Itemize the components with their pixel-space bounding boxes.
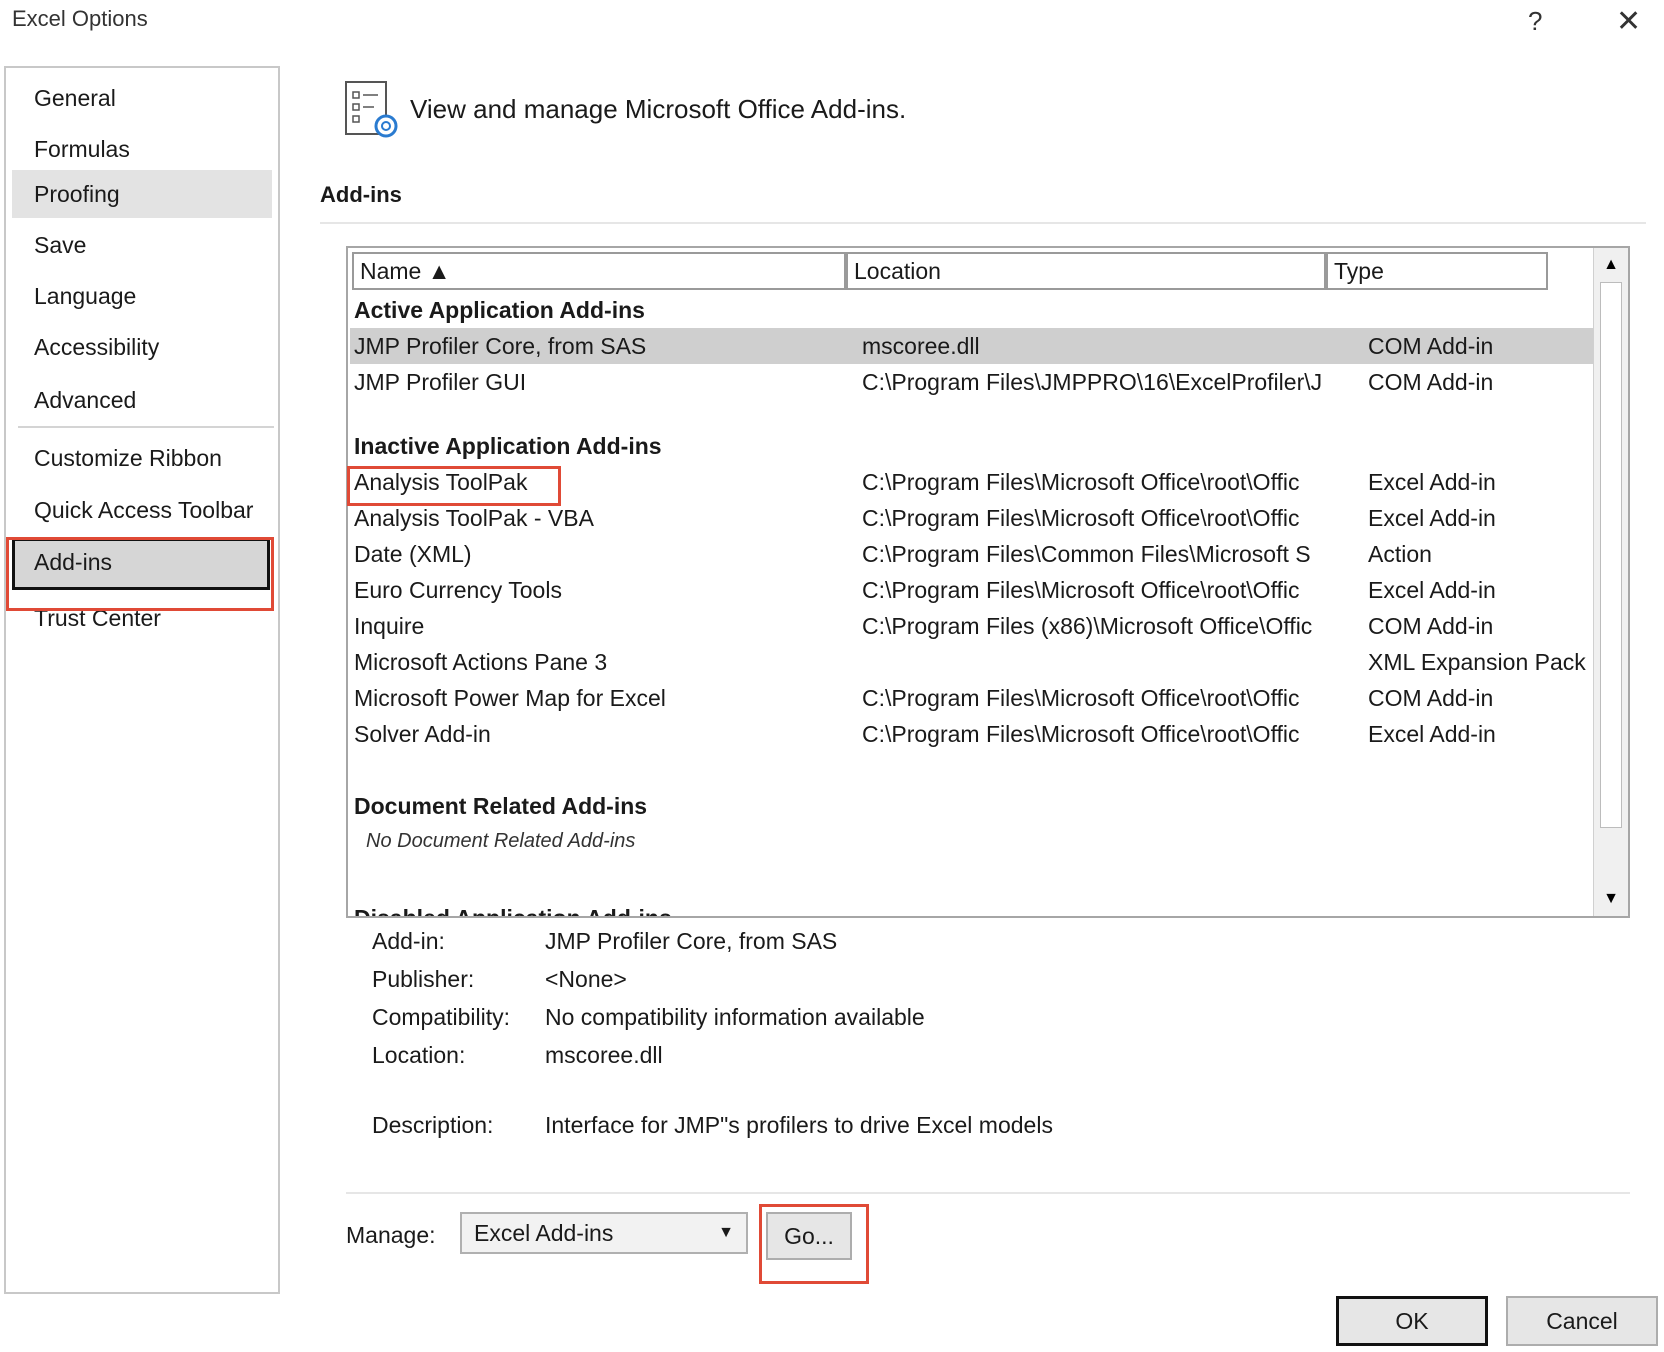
table-row[interactable]: Inquire C:\Program Files (x86)\Microsoft… [350, 608, 1594, 644]
detail-addin-value: JMP Profiler Core, from SAS [545, 928, 838, 954]
sidebar-item-advanced[interactable]: Advanced [12, 376, 272, 424]
cell-type: COM Add-in [1368, 685, 1494, 711]
table-row[interactable]: Solver Add-in C:\Program Files\Microsoft… [350, 716, 1594, 752]
table-row[interactable]: Date (XML) C:\Program Files\Common Files… [350, 536, 1594, 572]
sidebar-item-language[interactable]: Language [12, 272, 272, 320]
detail-addin-label: Add-in: [372, 928, 445, 954]
cell-type: COM Add-in [1368, 369, 1494, 395]
cell-name: Date (XML) [354, 541, 472, 567]
sidebar-divider [18, 426, 274, 428]
cell-type: COM Add-in [1368, 613, 1494, 639]
cell-location: C:\Program Files\Microsoft Office\root\O… [862, 577, 1300, 603]
group-disabled-addins: Disabled Application Add-ins [354, 905, 672, 918]
highlight-go-button [759, 1204, 869, 1284]
chevron-down-icon: ▼ [718, 1224, 734, 1241]
cell-type: XML Expansion Pack [1368, 649, 1586, 675]
detail-publisher-label: Publisher: [372, 966, 475, 992]
cell-location: C:\Program Files\Microsoft Office\root\O… [862, 721, 1300, 747]
group-document-addins: Document Related Add-ins [354, 793, 648, 819]
group-active-addins: Active Application Add-ins [354, 297, 645, 323]
no-document-addins-text: No Document Related Add-ins [366, 830, 636, 852]
cell-location: C:\Program Files\Microsoft Office\root\O… [862, 685, 1300, 711]
table-row[interactable]: Microsoft Power Map for Excel C:\Program… [350, 680, 1594, 716]
cell-type: COM Add-in [1368, 333, 1494, 359]
highlight-add-ins-nav [6, 537, 274, 611]
sidebar-item-formulas[interactable]: Formulas [12, 125, 272, 173]
sidebar-item-proofing[interactable]: Proofing [12, 170, 272, 218]
manage-select[interactable]: Excel Add-ins ▼ [460, 1212, 748, 1254]
cell-type: Excel Add-in [1368, 577, 1496, 603]
footer-divider [346, 1192, 1630, 1194]
ok-button[interactable]: OK [1336, 1296, 1488, 1346]
cell-location: C:\Program Files\Common Files\Microsoft … [862, 541, 1311, 567]
cell-name: Solver Add-in [354, 721, 491, 747]
cell-location: mscoree.dll [862, 333, 980, 359]
sidebar-item-accessibility[interactable]: Accessibility [12, 323, 272, 371]
column-header-location[interactable]: Location [846, 252, 1326, 290]
section-divider [320, 222, 1646, 224]
table-row[interactable]: Euro Currency Tools C:\Program Files\Mic… [350, 572, 1594, 608]
column-header-name[interactable]: Name ▲ [352, 252, 846, 290]
detail-location-label: Location: [372, 1042, 466, 1068]
manage-label: Manage: [346, 1222, 436, 1248]
cell-location: C:\Program Files (x86)\Microsoft Office\… [862, 613, 1313, 639]
help-icon[interactable]: ? [1528, 6, 1542, 37]
cell-type: Excel Add-in [1368, 505, 1496, 531]
section-title: Add-ins [320, 182, 402, 207]
detail-description-label: Description: [372, 1112, 494, 1138]
cell-name: JMP Profiler GUI [354, 369, 527, 395]
cell-type: Action [1368, 541, 1432, 567]
detail-compatibility-label: Compatibility: [372, 1004, 511, 1030]
manage-select-value: Excel Add-ins [474, 1220, 614, 1246]
add-ins-list[interactable]: Name ▲ Location Type Active Application … [346, 246, 1630, 918]
detail-publisher-value: <None> [545, 966, 627, 992]
close-icon[interactable]: ✕ [1616, 4, 1641, 39]
scrollbar-thumb[interactable] [1600, 282, 1622, 828]
cell-type: Excel Add-in [1368, 721, 1496, 747]
options-sidebar: General Formulas Proofing Save Language … [4, 66, 280, 1294]
page-header: View and manage Microsoft Office Add-ins… [410, 94, 907, 124]
column-header-type[interactable]: Type [1326, 252, 1548, 290]
cell-name: Microsoft Actions Pane 3 [354, 649, 608, 675]
cell-name: JMP Profiler Core, from SAS [354, 333, 647, 359]
table-row[interactable]: Microsoft Actions Pane 3 XML Expansion P… [350, 644, 1594, 680]
detail-description-value: Interface for JMP"s profilers to drive E… [545, 1112, 1053, 1138]
sidebar-item-save[interactable]: Save [12, 221, 272, 269]
highlight-analysis-toolpak [347, 466, 561, 506]
detail-location-value: mscoree.dll [545, 1042, 663, 1068]
table-row[interactable]: JMP Profiler Core, from SAS mscoree.dll … [350, 328, 1594, 364]
cell-name: Microsoft Power Map for Excel [354, 685, 666, 711]
sidebar-item-quick-access-toolbar[interactable]: Quick Access Toolbar [12, 486, 272, 534]
cell-name: Euro Currency Tools [354, 577, 562, 603]
add-ins-manage-icon [345, 81, 398, 138]
detail-compatibility-value: No compatibility information available [545, 1004, 925, 1030]
sidebar-item-general[interactable]: General [12, 74, 272, 122]
group-inactive-addins: Inactive Application Add-ins [354, 433, 662, 459]
window-title: Excel Options [12, 6, 148, 31]
cancel-button[interactable]: Cancel [1506, 1296, 1658, 1346]
cell-name: Inquire [354, 613, 425, 639]
scroll-up-icon[interactable]: ▲ [1598, 252, 1624, 278]
cell-location: C:\Program Files\JMPPRO\16\ExcelProfiler… [862, 369, 1323, 395]
scroll-down-icon[interactable]: ▼ [1598, 886, 1624, 912]
cell-location: C:\Program Files\Microsoft Office\root\O… [862, 505, 1300, 531]
sidebar-item-customize-ribbon[interactable]: Customize Ribbon [12, 434, 272, 482]
cell-location: C:\Program Files\Microsoft Office\root\O… [862, 469, 1300, 495]
table-row[interactable]: JMP Profiler GUI C:\Program Files\JMPPRO… [350, 364, 1594, 400]
cell-type: Excel Add-in [1368, 469, 1496, 495]
list-scrollbar[interactable]: ▲ ▼ [1593, 248, 1628, 916]
